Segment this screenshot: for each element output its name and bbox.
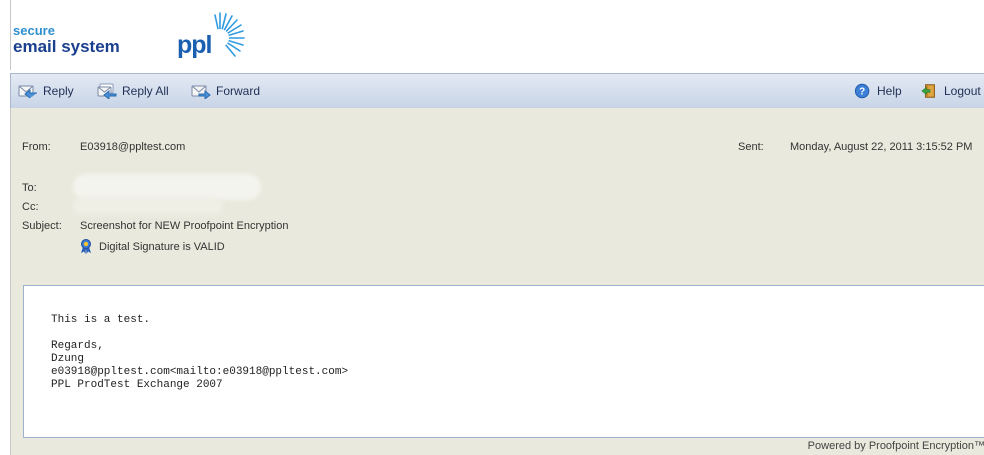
sunburst-icon [211, 12, 245, 57]
help-button[interactable]: ? Help [854, 82, 902, 100]
subject-value: Screenshot for NEW Proofpoint Encryption [80, 220, 289, 232]
reply-all-icon [97, 83, 117, 99]
signature-status[interactable]: Digital Signature is VALID [80, 239, 225, 254]
sent-value: Monday, August 22, 2011 3:15:52 PM [790, 141, 973, 153]
cc-value-redacted [73, 198, 223, 214]
signature-text: Digital Signature is VALID [99, 240, 225, 253]
brand-main-text: email system [13, 37, 120, 56]
from-value: E03918@ppltest.com [80, 141, 186, 153]
help-label: Help [877, 84, 902, 98]
svg-text:?: ? [859, 87, 865, 98]
sent-label: Sent: [738, 141, 764, 153]
from-label: From: [22, 141, 51, 153]
message-body[interactable]: This is a test. Regards, Dzung e03918@pp… [23, 285, 984, 438]
message-body-text: This is a test. Regards, Dzung e03918@pp… [51, 314, 349, 391]
reply-all-button[interactable]: Reply All [97, 82, 169, 100]
email-viewer: secure email system ppl Reply Reply All … [0, 0, 984, 455]
forward-icon [191, 85, 211, 99]
ppl-logo: ppl [176, 10, 256, 64]
to-label: To: [22, 182, 37, 194]
logout-door-icon [921, 84, 935, 98]
reply-icon [18, 85, 37, 99]
reply-button[interactable]: Reply [18, 82, 74, 100]
reply-all-label: Reply All [122, 84, 169, 98]
to-value-redacted [73, 174, 261, 200]
ppl-logo-word: ppl [177, 31, 212, 59]
app-title: secure email system [13, 24, 120, 55]
forward-button[interactable]: Forward [191, 82, 260, 100]
ribbon-badge-icon [81, 239, 91, 254]
message-header-panel: From: E03918@ppltest.com Sent: Monday, A… [10, 108, 984, 455]
logout-button[interactable]: Logout [921, 82, 981, 100]
brand-header: secure email system ppl [10, 0, 984, 70]
help-icon: ? [854, 83, 870, 99]
cc-label: Cc: [22, 201, 39, 213]
subject-label: Subject: [22, 220, 62, 232]
action-toolbar: Reply Reply All Forward ? Help Logout [10, 73, 984, 109]
powered-by-footer: Powered by Proofpoint Encryption™ [807, 440, 984, 452]
brand-secure-text: secure [13, 23, 55, 38]
forward-label: Forward [216, 84, 261, 98]
logout-label: Logout [944, 84, 981, 98]
reply-label: Reply [43, 84, 74, 98]
